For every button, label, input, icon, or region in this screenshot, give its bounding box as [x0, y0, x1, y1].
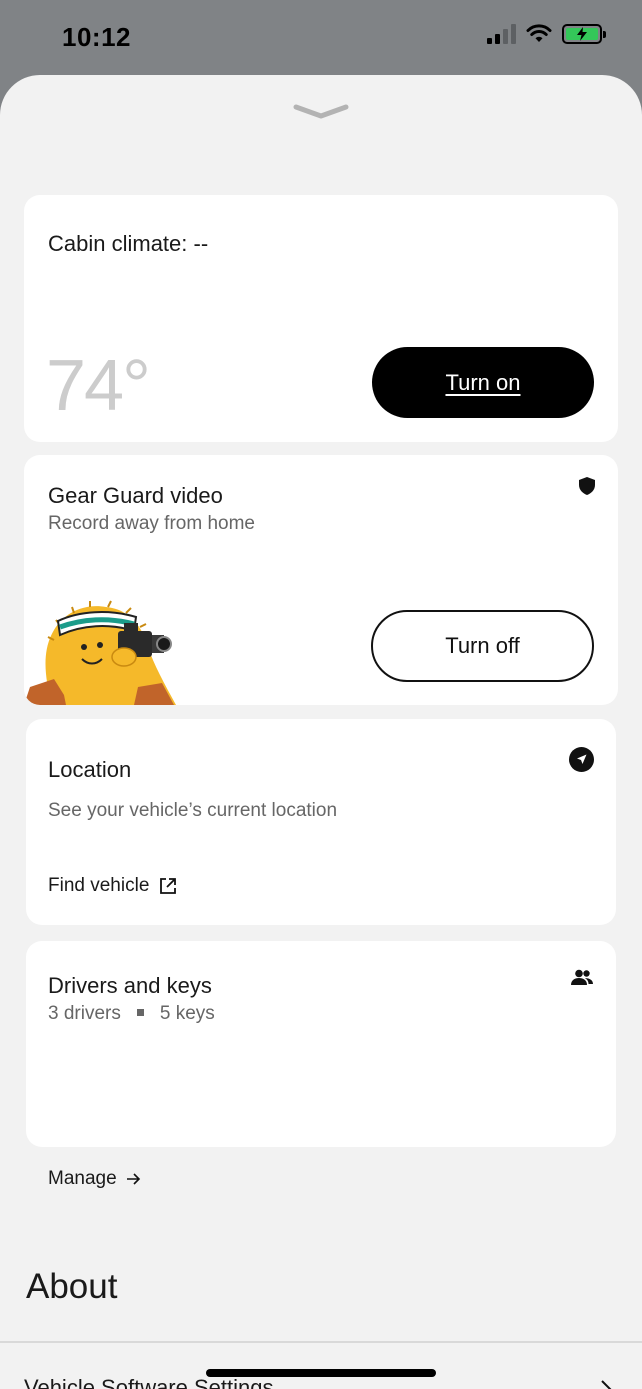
location-card: Location See your vehicle’s current loca… — [26, 719, 616, 925]
climate-turn-on-button[interactable]: Turn on — [372, 347, 594, 418]
drivers-keys-summary: 3 drivers 5 keys — [48, 1003, 215, 1025]
cabin-climate-card: Cabin climate: -- 74° Turn on — [24, 195, 618, 442]
yeti-camera-illustration — [24, 600, 176, 705]
cellular-signal-icon — [487, 24, 516, 44]
vehicle-software-settings-row[interactable]: Vehicle Software Settings — [24, 1375, 273, 1389]
manage-label: Manage — [48, 1168, 117, 1189]
gear-guard-title: Gear Guard video — [48, 483, 223, 508]
find-vehicle-link[interactable]: Find vehicle — [48, 875, 177, 897]
about-section-title: About — [26, 1267, 118, 1306]
navigation-arrow-icon — [569, 747, 594, 772]
status-bar: 10:12 — [0, 0, 642, 75]
find-vehicle-label: Find vehicle — [48, 875, 150, 896]
collapse-chevron-icon[interactable] — [292, 101, 350, 121]
drivers-keys-title: Drivers and keys — [48, 973, 212, 998]
battery-icon — [562, 24, 606, 44]
people-icon — [571, 969, 593, 985]
gear-guard-subtitle: Record away from home — [48, 513, 255, 534]
shield-icon — [579, 477, 595, 495]
drivers-count: 3 drivers — [48, 1003, 121, 1024]
manage-drivers-link[interactable]: Manage — [48, 1168, 141, 1190]
gear-guard-turn-off-button[interactable]: Turn off — [371, 610, 594, 682]
status-icons — [487, 24, 606, 44]
keys-count: 5 keys — [159, 1003, 215, 1024]
status-time: 10:12 — [62, 22, 131, 52]
cabin-climate-title: Cabin climate: -- — [48, 231, 209, 256]
separator-dot — [136, 1008, 144, 1016]
drivers-keys-card: Drivers and keys 3 drivers 5 keys Manage — [26, 941, 616, 1189]
charging-bolt-icon — [577, 27, 587, 41]
gear-guard-card: Gear Guard video Record away from home T… — [24, 455, 618, 705]
home-indicator — [206, 1369, 436, 1377]
wifi-icon — [526, 24, 552, 42]
location-title: Location — [48, 757, 132, 782]
external-link-icon — [160, 878, 177, 894]
location-subtitle: See your vehicle’s current location — [48, 800, 338, 821]
arrow-right-icon — [126, 1173, 140, 1185]
divider — [0, 1341, 642, 1343]
chevron-right-icon — [601, 1380, 612, 1389]
bottom-sheet: Cabin climate: -- 74° Turn on Gear Guard… — [0, 75, 642, 1389]
temperature-value: 74° — [46, 346, 151, 426]
